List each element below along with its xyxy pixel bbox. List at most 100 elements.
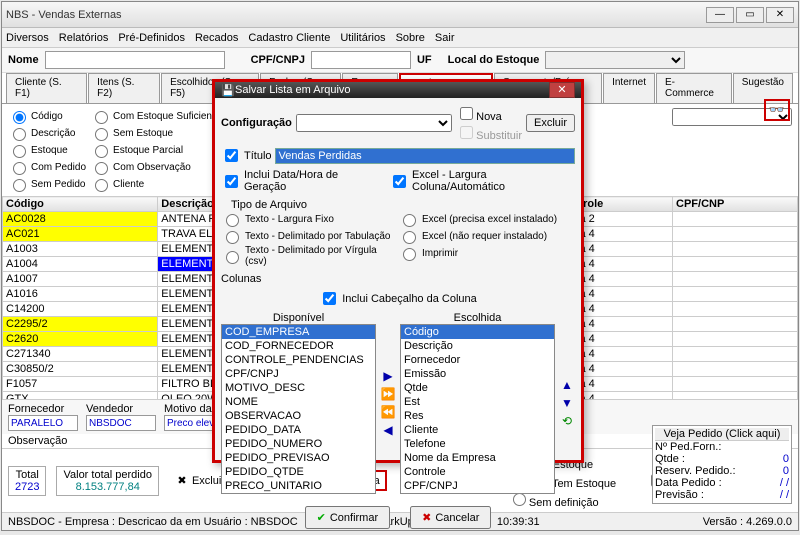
local-select[interactable]: [545, 51, 685, 69]
list-item[interactable]: PEDIDO_DATA: [222, 423, 375, 437]
total-value: 2723: [15, 481, 39, 493]
filter-radio[interactable]: Sem Pedido: [8, 176, 86, 192]
dialog-title: Salvar Lista em Arquivo: [235, 84, 549, 96]
menu-item[interactable]: Sair: [435, 32, 455, 44]
inclui-data-check[interactable]: Inclui Data/Hora de Geração: [221, 169, 377, 193]
list-item[interactable]: Qtde: [401, 381, 554, 395]
move-up-icon[interactable]: ▲: [559, 378, 575, 392]
col-header[interactable]: CPF/CNP: [673, 197, 798, 212]
fornecedor-input[interactable]: [8, 415, 78, 431]
list-item[interactable]: CPF/CNPJ: [222, 367, 375, 381]
list-item[interactable]: MOTIVO_DESC: [222, 381, 375, 395]
local-label: Local do Estoque: [448, 54, 540, 66]
status-versao: Versão : 4.269.0.0: [703, 516, 792, 528]
tipo-radio[interactable]: Excel (precisa excel instalado): [398, 211, 575, 227]
cabecalho-check[interactable]: Inclui Cabeçalho da Coluna: [221, 289, 575, 308]
cpf-input[interactable]: [311, 51, 411, 69]
summary-title[interactable]: Veja Pedido (Click aqui): [655, 428, 789, 441]
tipo-radio[interactable]: Texto - Largura Fixo: [221, 211, 398, 227]
list-item[interactable]: Controle: [401, 465, 554, 479]
menu-item[interactable]: Recados: [195, 32, 238, 44]
reorder-icon[interactable]: ⟲: [559, 414, 575, 428]
list-item[interactable]: Telefone: [401, 437, 554, 451]
tab[interactable]: Internet: [603, 73, 655, 103]
vendedor-input[interactable]: [86, 415, 156, 431]
filter-radio[interactable]: Com Observação: [90, 159, 220, 175]
config-select[interactable]: [296, 114, 452, 132]
obs-label: Observação: [8, 435, 67, 447]
vendedor-label: Vendedor: [86, 403, 156, 415]
filter-radio[interactable]: Código: [8, 108, 86, 124]
tipo-radio[interactable]: Imprimir: [398, 245, 575, 261]
list-item[interactable]: PEDIDO_PREVISAO: [222, 451, 375, 465]
filter-radio[interactable]: Sem Estoque: [90, 125, 220, 141]
filter-radio[interactable]: Estoque: [8, 142, 86, 158]
check-icon: ✔: [317, 511, 326, 524]
move-left-icon[interactable]: ◀: [380, 423, 396, 437]
tipo-radio[interactable]: Texto - Delimitado por Vírgula (csv): [221, 245, 398, 267]
list-item[interactable]: Descrição: [401, 339, 554, 353]
cancelar-button[interactable]: ✖Cancelar: [410, 506, 491, 529]
filter-radio[interactable]: Cliente: [90, 176, 220, 192]
list-item[interactable]: Fornecedor: [401, 353, 554, 367]
tab[interactable]: E-Commerce: [656, 73, 732, 103]
list-item[interactable]: NOME: [222, 395, 375, 409]
minimize-button[interactable]: —: [706, 7, 734, 23]
titulo-input[interactable]: Vendas Perdidas: [275, 148, 575, 164]
tab[interactable]: Cliente (S. F1): [6, 73, 87, 103]
menu-item[interactable]: Cadastro Cliente: [248, 32, 330, 44]
move-right-icon[interactable]: ▶: [380, 369, 396, 383]
list-item[interactable]: Nome da Empresa: [401, 451, 554, 465]
dialog-close-button[interactable]: ✕: [549, 82, 575, 98]
menu-item[interactable]: Sobre: [396, 32, 425, 44]
list-item[interactable]: Código: [401, 325, 554, 339]
excel-auto-check[interactable]: Excel - Largura Coluna/Automático: [389, 169, 575, 193]
list-item[interactable]: Cliente: [401, 423, 554, 437]
list-item[interactable]: PEDIDO_QTDE: [222, 465, 375, 479]
config-excluir-button[interactable]: Excluir: [526, 114, 575, 132]
window-title: NBS - Vendas Externas: [6, 9, 706, 21]
nome-input[interactable]: [45, 51, 225, 69]
tipo-radio[interactable]: Excel (não requer instalado): [398, 228, 575, 244]
filter-radio[interactable]: Descrição: [8, 125, 86, 141]
glasses-icon[interactable]: 👓: [764, 99, 790, 121]
uf-label: UF: [417, 54, 432, 66]
list-item[interactable]: COD_FORNECEDOR: [222, 339, 375, 353]
list-item[interactable]: PRECO_UNITARIO: [222, 479, 375, 493]
summary-box: Veja Pedido (Click aqui) Nº Ped.Forn.:Qt…: [652, 425, 792, 504]
list-item[interactable]: COD_EMPRESA: [222, 325, 375, 339]
filter-radio[interactable]: Estoque Parcial: [90, 142, 220, 158]
titulo-check[interactable]: [225, 149, 238, 162]
disponivel-list[interactable]: COD_EMPRESACOD_FORNECEDORCONTROLE_PENDEN…: [221, 324, 376, 494]
vtp-value: 8.153.777,84: [63, 481, 151, 493]
list-item[interactable]: CONTROLE_PENDENCIAS: [222, 353, 375, 367]
move-all-right-icon[interactable]: ⏩: [380, 387, 396, 401]
nova-check[interactable]: Nova: [456, 104, 522, 123]
list-item[interactable]: Res: [401, 409, 554, 423]
dialog-icon: 💾: [221, 84, 235, 97]
tab[interactable]: Itens (S. F2): [88, 73, 160, 103]
menu-item[interactable]: Pré-Definidos: [118, 32, 185, 44]
list-item[interactable]: PEDIDO_NUMERO: [222, 437, 375, 451]
list-item[interactable]: OBSERVACAO: [222, 409, 375, 423]
confirmar-button[interactable]: ✔Confirmar: [305, 506, 391, 529]
nome-label: Nome: [8, 54, 39, 66]
menu-item[interactable]: Relatórios: [59, 32, 109, 44]
escolhida-list[interactable]: CódigoDescriçãoFornecedorEmissãoQtdeEstR…: [400, 324, 555, 494]
delete-icon: ✖: [175, 474, 189, 487]
total-label: Total: [15, 469, 39, 481]
tipo-radio[interactable]: Texto - Delimitado por Tabulação: [221, 228, 398, 244]
subst-check[interactable]: Substituir: [456, 123, 522, 142]
list-item[interactable]: Est: [401, 395, 554, 409]
filter-radio[interactable]: Com Pedido: [8, 159, 86, 175]
maximize-button[interactable]: ▭: [736, 7, 764, 23]
filter-radio[interactable]: Com Estoque Suficiente: [90, 108, 220, 124]
move-all-left-icon[interactable]: ⏪: [380, 405, 396, 419]
list-item[interactable]: Emissão: [401, 367, 554, 381]
menu-item[interactable]: Utilitários: [340, 32, 385, 44]
menu-item[interactable]: Diversos: [6, 32, 49, 44]
move-down-icon[interactable]: ▼: [559, 396, 575, 410]
close-button[interactable]: ✕: [766, 7, 794, 23]
col-header[interactable]: Código: [3, 197, 158, 212]
list-item[interactable]: CPF/CNPJ: [401, 479, 554, 493]
